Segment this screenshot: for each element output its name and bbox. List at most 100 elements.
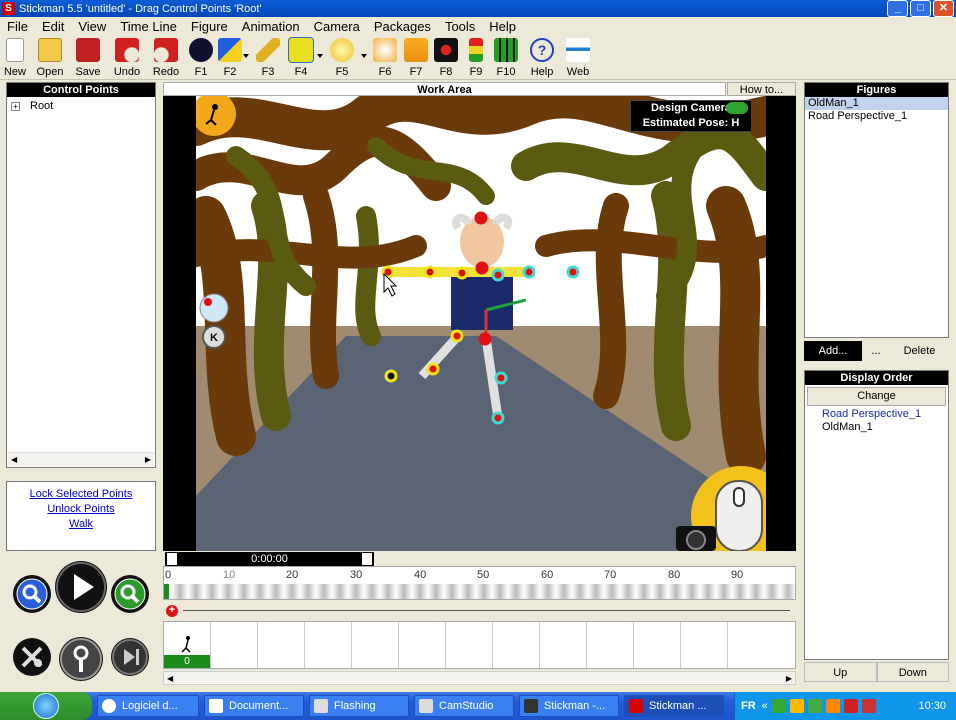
f8-button[interactable]: F8 (430, 36, 462, 80)
open-button[interactable]: Open (30, 36, 70, 80)
frame-slot[interactable] (258, 622, 305, 668)
task-flashing[interactable]: Flashing (309, 695, 409, 717)
keyframe-track[interactable]: + (163, 603, 796, 619)
menu-camera[interactable]: Camera (307, 19, 367, 34)
tray-expand-icon[interactable]: « (762, 700, 768, 712)
frame-slot[interactable] (634, 622, 681, 668)
frame-strip[interactable]: 0 (163, 621, 796, 669)
figure-list-item[interactable]: OldMan_1 (805, 97, 948, 110)
lock-tool-button[interactable] (59, 637, 103, 681)
work-area-canvas[interactable]: K Design Camera Estimated Pose: H (163, 96, 796, 551)
menu-help[interactable]: Help (482, 19, 523, 34)
scroll-left-icon[interactable]: ◀ (11, 455, 17, 464)
control-point-pelvis[interactable] (478, 332, 492, 346)
web-button[interactable]: Web (562, 36, 594, 80)
control-point-foot-right[interactable] (491, 411, 505, 425)
f2-button[interactable]: F2 (218, 36, 242, 80)
figure-list-item[interactable]: Road Perspective_1 (805, 110, 948, 123)
more-options-button[interactable]: ... (862, 341, 890, 361)
menu-time-line[interactable]: Time Line (113, 19, 184, 34)
menu-packages[interactable]: Packages (367, 19, 438, 34)
lock-selected-points-link[interactable]: Lock Selected Points (7, 487, 155, 502)
frame-thumbnail[interactable]: 0 (164, 622, 211, 668)
tray-app-icon[interactable] (861, 699, 876, 713)
menu-figure[interactable]: Figure (184, 19, 235, 34)
display-order-item[interactable]: OldMan_1 (805, 421, 948, 434)
control-point-neck[interactable] (475, 261, 489, 275)
frame-slot[interactable] (399, 622, 446, 668)
timeline-ruler[interactable]: 0 10 20 30 40 50 60 70 80 90 (163, 566, 796, 600)
control-points-scrollbar[interactable]: ◀ ▶ (8, 452, 154, 466)
task-camstudio[interactable]: CamStudio (414, 695, 514, 717)
scroll-right-icon[interactable]: ▶ (145, 455, 151, 464)
new-button[interactable]: New (0, 36, 30, 80)
add-figure-button[interactable]: Add... (804, 341, 862, 361)
f1-button[interactable]: F1 (184, 36, 218, 80)
menu-animation[interactable]: Animation (235, 19, 307, 34)
play-button[interactable] (55, 561, 107, 613)
scroll-right-icon[interactable]: ▶ (786, 674, 792, 683)
tray-app-icon[interactable] (825, 699, 840, 713)
frame-slot[interactable] (681, 622, 728, 668)
f5-button[interactable]: F5 (324, 36, 360, 80)
control-point-head[interactable] (474, 211, 488, 225)
scene-drawing[interactable]: K (196, 96, 766, 551)
tray-app-icon[interactable] (771, 699, 786, 713)
move-down-button[interactable]: Down (876, 662, 949, 682)
language-indicator[interactable]: FR (741, 700, 756, 712)
tray-app-icon[interactable] (789, 699, 804, 713)
frame-slot[interactable] (587, 622, 634, 668)
move-up-button[interactable]: Up (804, 662, 877, 682)
frame-slot[interactable] (493, 622, 540, 668)
f4-button[interactable]: F4 (286, 36, 316, 80)
frame-slot[interactable] (305, 622, 352, 668)
close-button[interactable]: ✕ (933, 0, 954, 17)
zoom-out-button[interactable] (13, 575, 51, 613)
menu-file[interactable]: File (0, 19, 35, 34)
f9-button[interactable]: F9 (462, 36, 490, 80)
task-stickman-1[interactable]: Stickman -... (519, 695, 619, 717)
control-point-shoulder-right[interactable] (491, 268, 505, 282)
f7-button[interactable]: F7 (402, 36, 430, 80)
unlock-points-link[interactable]: Unlock Points (7, 502, 155, 517)
control-point-shoulder-left[interactable] (455, 266, 469, 280)
task-logiciel[interactable]: Logiciel d... (97, 695, 199, 717)
delete-figure-button[interactable]: Delete (890, 341, 949, 361)
tray-app-icon[interactable] (843, 699, 858, 713)
control-point-foot-left[interactable] (384, 369, 398, 383)
tree-item-root[interactable]: + Root (7, 97, 155, 115)
playhead-marker[interactable] (164, 584, 169, 599)
control-point-hip-left[interactable] (450, 329, 464, 343)
frame-slot[interactable] (352, 622, 399, 668)
add-keyframe-icon[interactable]: + (166, 605, 178, 617)
undo-button[interactable]: Undo (106, 36, 148, 80)
control-point-knee-left[interactable] (426, 362, 440, 376)
how-to-button[interactable]: How to... (727, 82, 796, 96)
task-stickman-active[interactable]: Stickman ... (624, 695, 724, 717)
frame-slot[interactable] (540, 622, 587, 668)
control-point-elbow-left[interactable] (423, 265, 437, 279)
f4-dropdown-arrow[interactable] (316, 36, 324, 80)
camera-nav-icon[interactable] (199, 293, 229, 323)
f6-button[interactable]: F6 (368, 36, 402, 80)
menu-tools[interactable]: Tools (438, 19, 482, 34)
minimize-button[interactable]: _ (887, 0, 908, 17)
time-range-end-handle[interactable] (362, 553, 372, 565)
redo-button[interactable]: Redo (148, 36, 184, 80)
change-order-button[interactable]: Change (807, 387, 946, 406)
f5-dropdown-arrow[interactable] (360, 36, 368, 80)
frame-strip-scrollbar[interactable]: ◀ ▶ (163, 671, 796, 685)
time-display-bar[interactable]: 0:00:00 (165, 552, 374, 566)
frame-slot[interactable] (728, 622, 775, 668)
frame-slot[interactable] (446, 622, 493, 668)
unlock-tool-button[interactable] (13, 638, 51, 676)
camera-toggle[interactable] (726, 102, 748, 114)
f3-button[interactable]: F3 (250, 36, 286, 80)
task-document[interactable]: Document... (204, 695, 304, 717)
f10-button[interactable]: F10 (490, 36, 522, 80)
tray-clock[interactable]: 10:30 (918, 700, 946, 712)
scroll-left-icon[interactable]: ◀ (167, 674, 173, 683)
walk-link[interactable]: Walk (7, 517, 155, 532)
help-button[interactable]: ? Help (522, 36, 562, 80)
f2-dropdown-arrow[interactable] (242, 36, 250, 80)
